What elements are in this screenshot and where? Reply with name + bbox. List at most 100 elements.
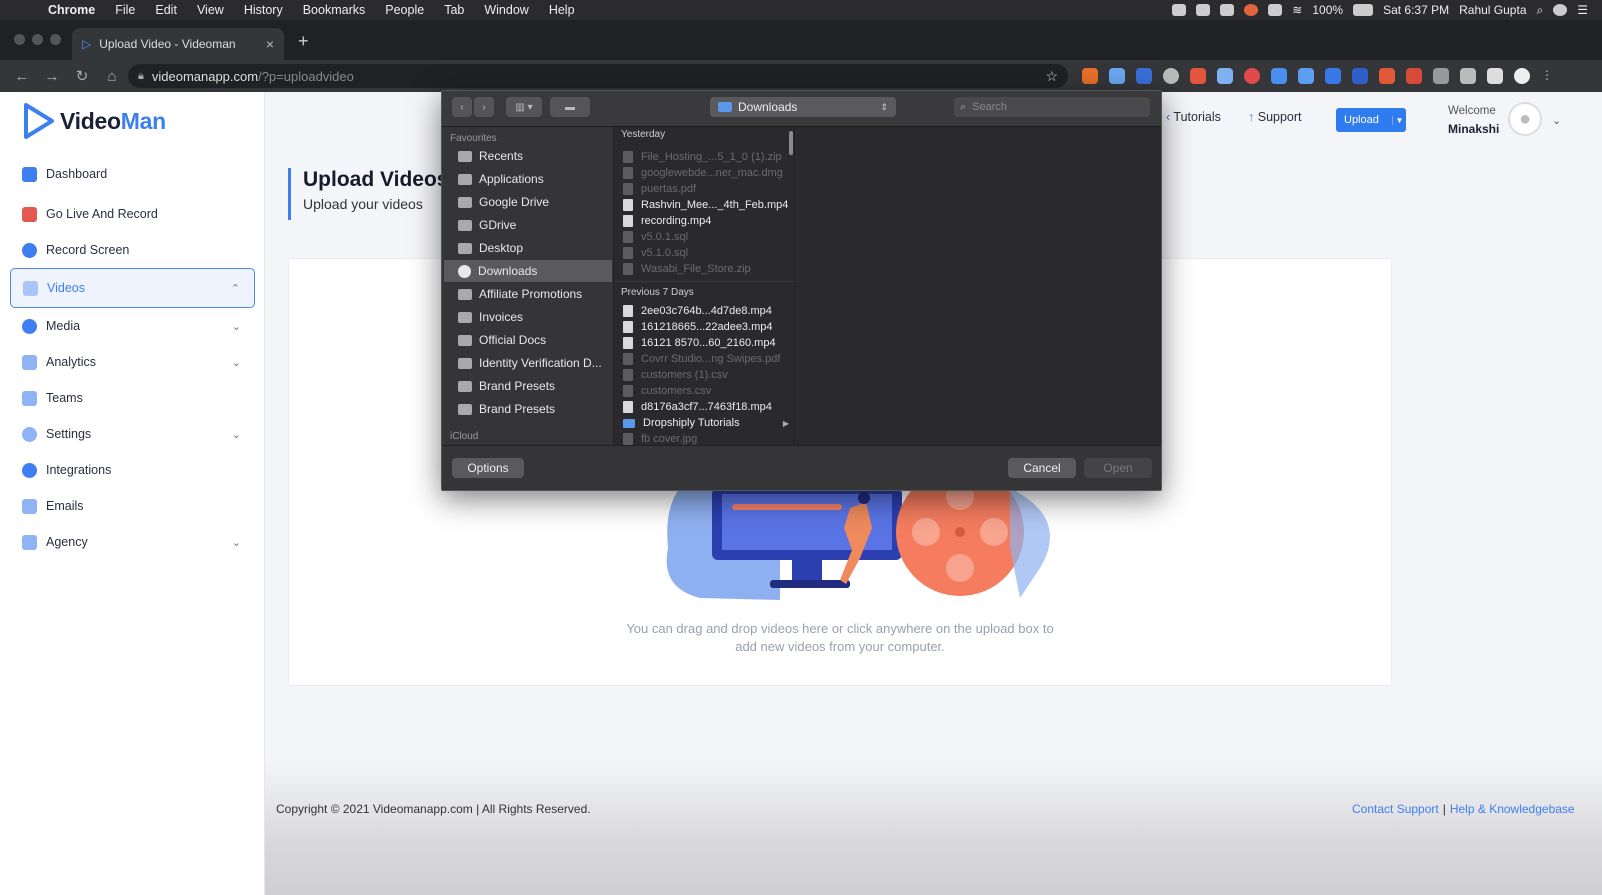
sidebar-item-videos[interactable]: Videos ⌃ <box>10 268 255 308</box>
sidebar-affiliate-promotions[interactable]: Affiliate Promotions <box>444 283 612 305</box>
sidebar-brand-presets[interactable]: Brand Presets <box>444 375 612 397</box>
lock-icon[interactable]: 🔒︎ <box>138 70 144 83</box>
file-row[interactable]: Wasabi_File_Store.zip <box>623 261 791 277</box>
file-row[interactable]: d8176a3cf7...7463f18.mp4 <box>623 399 791 415</box>
menu-tab[interactable]: Tab <box>444 3 464 17</box>
file-row[interactable]: fb cover.jpg <box>623 431 791 445</box>
download-extension-icon[interactable] <box>1109 68 1125 84</box>
extension-icon[interactable] <box>1433 68 1449 84</box>
sidebar-identity-verification[interactable]: Identity Verification D... <box>444 352 612 374</box>
chevron-down-icon[interactable]: ⌄ <box>232 536 241 549</box>
zoom-window-button[interactable] <box>50 34 61 45</box>
more-menu-icon[interactable]: ⋮ <box>1541 68 1553 84</box>
extension-icon[interactable] <box>1379 68 1395 84</box>
contact-support-link[interactable]: Contact Support <box>1352 802 1439 816</box>
status-app-icon[interactable] <box>1244 4 1259 16</box>
caret-down-icon[interactable]: ▼ <box>1392 115 1406 125</box>
extension-icon[interactable] <box>1163 68 1179 84</box>
file-row[interactable]: 161218665...22adee3.mp4 <box>623 319 791 335</box>
status-cc-icon[interactable] <box>1196 4 1211 16</box>
forward-icon[interactable]: → <box>44 68 60 85</box>
file-row[interactable]: puertas.pdf <box>623 181 791 197</box>
file-row[interactable]: customers (1).csv <box>623 367 791 383</box>
tab-close-icon[interactable]: × <box>266 36 274 52</box>
chevron-down-icon[interactable]: ⌄ <box>232 356 241 369</box>
extension-icon[interactable] <box>1352 68 1368 84</box>
new-folder-button[interactable]: ▬ <box>550 97 590 117</box>
menu-history[interactable]: History <box>244 3 283 17</box>
new-tab-button[interactable]: + <box>298 31 309 52</box>
folder-row[interactable]: Dropshiply Tutorials ▶ <box>623 415 791 431</box>
menu-file[interactable]: File <box>115 3 135 17</box>
dialog-back-button[interactable]: ‹ <box>452 97 472 117</box>
sidebar-invoices[interactable]: Invoices <box>444 306 612 328</box>
minimize-window-button[interactable] <box>32 34 43 45</box>
extension-icon[interactable] <box>1325 68 1341 84</box>
upload-button[interactable]: Upload ▼ <box>1336 108 1406 132</box>
menu-edit[interactable]: Edit <box>155 3 177 17</box>
sidebar-item-go-live[interactable]: Go Live And Record <box>10 196 255 232</box>
chevron-down-icon[interactable]: ⌄ <box>232 320 241 333</box>
sidebar-item-teams[interactable]: Teams <box>10 380 255 416</box>
videoman-logo[interactable]: VideoMan <box>22 102 166 140</box>
chevron-down-icon[interactable]: ⌄ <box>232 428 241 441</box>
sidebar-gdrive[interactable]: GDrive <box>444 214 612 236</box>
file-row[interactable]: v5.0.1.sql <box>623 229 791 245</box>
rss-extension-icon[interactable] <box>1082 68 1098 84</box>
sidebar-item-record-screen[interactable]: Record Screen <box>10 232 255 268</box>
sidebar-item-integrations[interactable]: Integrations <box>10 452 255 488</box>
control-center-icon[interactable]: ☰ <box>1577 3 1588 17</box>
extension-icon[interactable] <box>1271 68 1287 84</box>
menu-people[interactable]: People <box>385 3 424 17</box>
puzzle-icon[interactable] <box>1487 68 1503 84</box>
options-button[interactable]: Options <box>452 458 524 478</box>
view-mode-button[interactable]: ▥ ▾ <box>506 97 542 117</box>
menubar-user[interactable]: Rahul Gupta <box>1459 3 1526 17</box>
sidebar-item-media[interactable]: Media ⌄ <box>10 308 255 344</box>
keyboard-icon[interactable] <box>1268 4 1283 16</box>
browser-tab[interactable]: ▷ Upload Video - Videoman × <box>72 28 284 60</box>
sidebar-google-drive[interactable]: Google Drive <box>444 191 612 213</box>
file-row[interactable]: 2ee03c764b...4d7de8.mp4 <box>623 303 791 319</box>
close-window-button[interactable] <box>14 34 25 45</box>
back-icon[interactable]: ← <box>14 68 30 85</box>
clock[interactable]: Sat 6:37 PM <box>1383 3 1449 17</box>
cloud-icon[interactable] <box>1220 4 1235 16</box>
sidebar-item-settings[interactable]: Settings ⌄ <box>10 416 255 452</box>
tutorials-link[interactable]: ‹ Tutorials <box>1166 110 1221 124</box>
home-icon[interactable]: ⌂ <box>104 68 120 85</box>
extension-icon[interactable] <box>1190 68 1206 84</box>
extension-icon[interactable] <box>1136 68 1152 84</box>
file-row[interactable]: Rashvin_Mee..._4th_Feb.mp4 <box>623 197 791 213</box>
dialog-search-input[interactable]: ⌕ Search <box>954 97 1150 117</box>
file-row[interactable]: customers.csv <box>623 383 791 399</box>
dialog-forward-button[interactable]: › <box>474 97 494 117</box>
sidebar-official-docs[interactable]: Official Docs <box>444 329 612 351</box>
open-button[interactable]: Open <box>1084 458 1152 478</box>
sidebar-item-agency[interactable]: Agency ⌄ <box>10 524 255 560</box>
chevron-up-icon[interactable]: ⌃ <box>231 282 240 295</box>
file-row[interactable]: File_Hosting_...5_1_0 (1).zip <box>623 149 791 165</box>
sidebar-applications[interactable]: Applications <box>444 168 612 190</box>
menu-window[interactable]: Window <box>484 3 528 17</box>
extension-icon[interactable] <box>1460 68 1476 84</box>
menu-help[interactable]: Help <box>549 3 575 17</box>
bookmark-star-icon[interactable]: ☆ <box>1045 68 1058 85</box>
status-check-icon[interactable] <box>1172 4 1187 16</box>
menu-app-name[interactable]: Chrome <box>48 3 95 17</box>
sidebar-item-analytics[interactable]: Analytics ⌄ <box>10 344 255 380</box>
battery-icon[interactable] <box>1353 4 1374 16</box>
reload-icon[interactable]: ↻ <box>74 67 90 85</box>
sidebar-downloads[interactable]: Downloads <box>444 260 612 282</box>
chevron-down-icon[interactable]: ⌄ <box>1552 114 1561 127</box>
spotlight-icon[interactable]: ⌕ <box>1537 3 1544 18</box>
wifi-icon[interactable]: ≋ <box>1292 3 1302 17</box>
file-row[interactable]: recording.mp4 <box>623 213 791 229</box>
cancel-button[interactable]: Cancel <box>1008 458 1076 478</box>
sidebar-brand-presets-2[interactable]: Brand Presets <box>444 398 612 420</box>
extension-icon[interactable] <box>1298 68 1314 84</box>
profile-avatar-icon[interactable] <box>1514 68 1530 84</box>
extension-icon[interactable] <box>1217 68 1233 84</box>
siri-icon[interactable] <box>1553 4 1568 16</box>
avatar[interactable]: ● <box>1508 102 1542 136</box>
